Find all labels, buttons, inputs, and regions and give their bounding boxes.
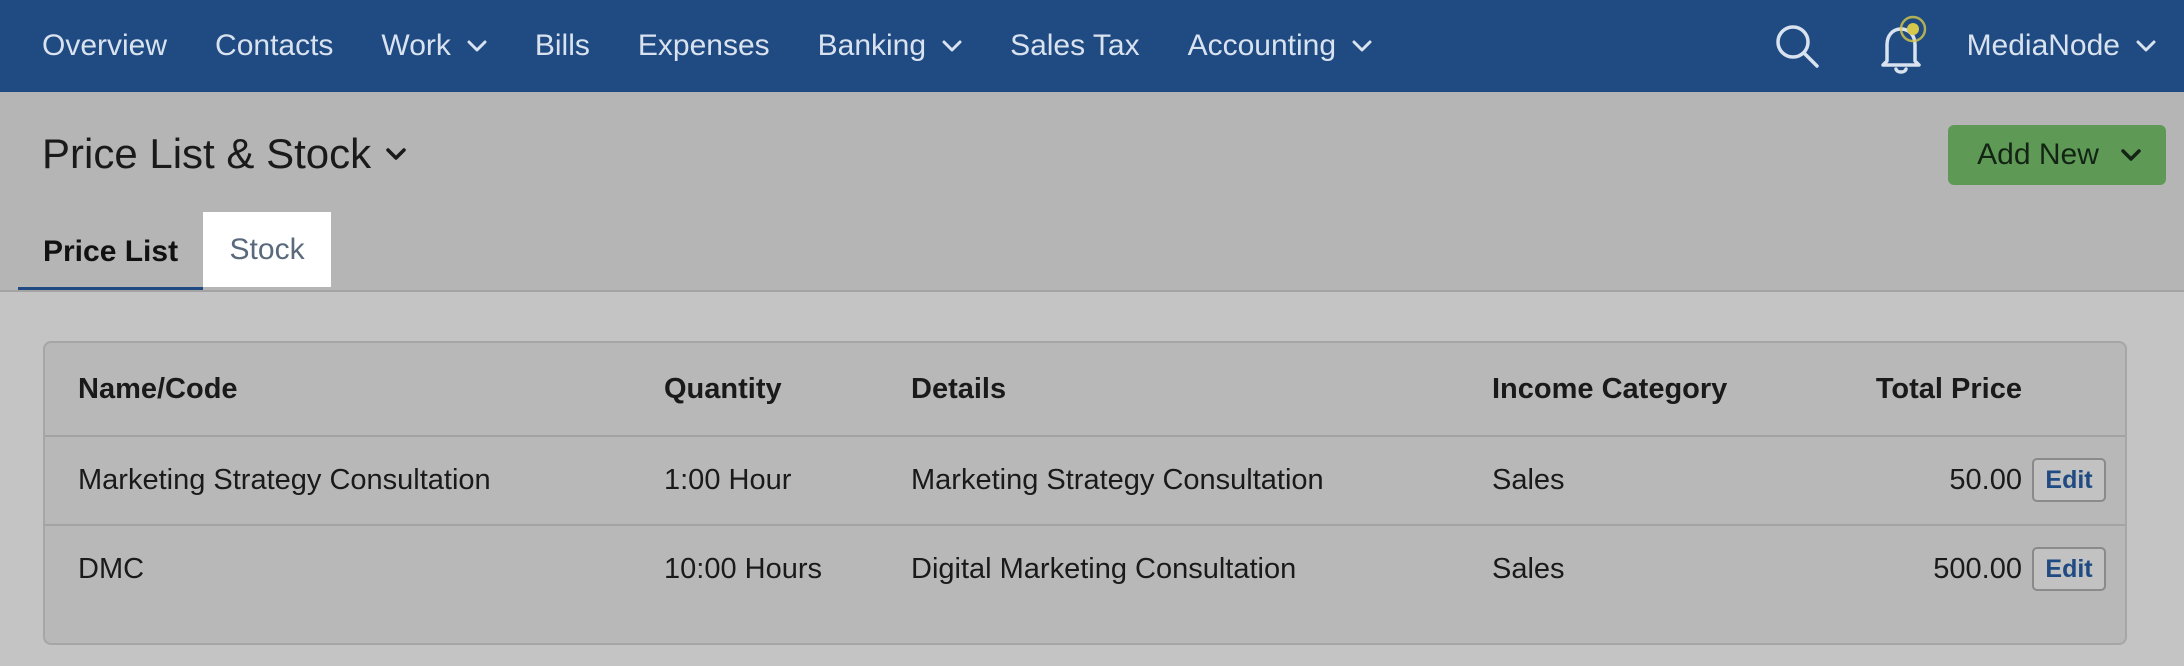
price-list-table: Name/Code Quantity Details Income Catego…: [43, 341, 2127, 645]
edit-button[interactable]: Edit: [2032, 458, 2106, 502]
column-header-quantity[interactable]: Quantity: [664, 373, 782, 406]
tab-price-list[interactable]: Price List: [18, 212, 204, 292]
cell-total-price: 500.00: [1933, 552, 2022, 585]
nav-item-work[interactable]: Work: [357, 0, 510, 92]
nav-item-expenses[interactable]: Expenses: [614, 0, 794, 92]
chevron-down-icon: [467, 40, 487, 52]
page-title-dropdown[interactable]: Price List & Stock: [42, 130, 407, 178]
cell-income-category: Sales: [1492, 463, 1565, 496]
nav-item-label: Banking: [817, 29, 927, 62]
nav-item-sales-tax[interactable]: Sales Tax: [986, 0, 1164, 92]
bell-icon[interactable]: [1867, 11, 1937, 81]
nav-item-contacts[interactable]: Contacts: [191, 0, 357, 92]
nav-item-accounting[interactable]: Accounting: [1164, 0, 1396, 92]
add-new-button[interactable]: Add New: [1948, 125, 2166, 185]
cell-quantity: 1:00 Hour: [664, 463, 792, 496]
cell-income-category: Sales: [1492, 552, 1565, 585]
tab-label: Price List: [43, 235, 179, 268]
table-row[interactable]: DMC 10:00 Hours Digital Marketing Consul…: [45, 525, 2125, 613]
column-header-details[interactable]: Details: [911, 373, 1006, 406]
chevron-down-icon: [385, 147, 407, 161]
cell-name: DMC: [78, 552, 145, 585]
add-new-label: Add New: [1977, 138, 2099, 171]
chevron-down-icon: [2136, 40, 2156, 52]
header-divider: [0, 290, 2184, 292]
tab-stock[interactable]: Stock: [203, 212, 332, 287]
nav-item-overview[interactable]: Overview: [0, 0, 191, 92]
table-header-row: Name/Code Quantity Details Income Catego…: [45, 343, 2125, 437]
nav-right-tools: MediaNode: [1767, 0, 2184, 92]
nav-item-label: Sales Tax: [1010, 29, 1140, 62]
page-title: Price List & Stock: [42, 130, 372, 177]
cell-details: Digital Marketing Consultation: [911, 552, 1297, 585]
account-menu[interactable]: MediaNode: [1967, 29, 2184, 63]
nav-item-label: Accounting: [1187, 29, 1337, 62]
cell-details: Marketing Strategy Consultation: [911, 463, 1324, 496]
chevron-down-icon: [1352, 40, 1372, 52]
nav-item-label: Work: [381, 29, 451, 62]
cell-name: Marketing Strategy Consultation: [78, 463, 491, 496]
column-header-income-category[interactable]: Income Category: [1492, 373, 1727, 406]
chevron-down-icon: [2121, 149, 2141, 161]
nav-item-label: Bills: [534, 29, 590, 62]
nav-item-banking[interactable]: Banking: [794, 0, 986, 92]
chevron-down-icon: [942, 40, 962, 52]
column-header-name[interactable]: Name/Code: [78, 373, 238, 406]
nav-item-label: Overview: [42, 29, 168, 62]
table-row[interactable]: Marketing Strategy Consultation 1:00 Hou…: [45, 436, 2125, 526]
tab-bar: Price List Stock: [18, 212, 332, 292]
edit-button[interactable]: Edit: [2032, 547, 2106, 591]
tab-label: Stock: [229, 232, 305, 266]
nav-item-label: Contacts: [215, 29, 334, 62]
search-icon[interactable]: [1767, 16, 1827, 76]
page-header: Price List & Stock Add New Price List St…: [0, 92, 2184, 292]
nav-item-label: Expenses: [637, 29, 770, 62]
nav-item-bills[interactable]: Bills: [511, 0, 614, 92]
cell-quantity: 10:00 Hours: [664, 552, 822, 585]
account-name: MediaNode: [1966, 29, 2120, 62]
top-navigation: Overview Contacts Work Bills Expenses Ba…: [0, 0, 2184, 92]
cell-total-price: 50.00: [1949, 463, 2022, 496]
column-header-total-price[interactable]: Total Price: [1876, 373, 2022, 406]
